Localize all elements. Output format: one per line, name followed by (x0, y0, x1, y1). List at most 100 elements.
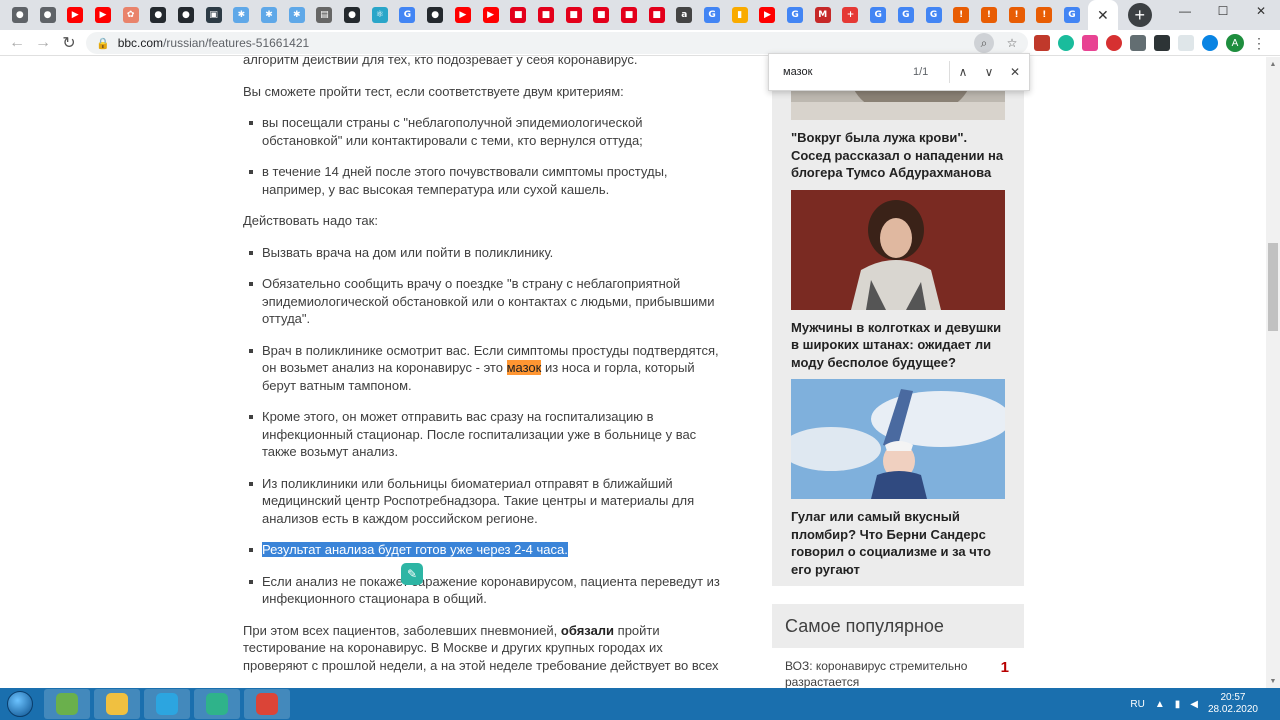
browser-tab[interactable]: ● (6, 0, 34, 30)
selected-text[interactable]: Результат анализа будет готов уже через … (262, 542, 568, 557)
maximize-button[interactable]: ☐ (1204, 0, 1242, 22)
scroll-down-icon[interactable]: ▼ (1266, 674, 1280, 688)
new-tab-button[interactable]: + (1127, 3, 1152, 27)
browser-tab[interactable]: G (394, 0, 422, 30)
extension-icon[interactable] (1058, 35, 1074, 51)
vertical-scrollbar[interactable]: ▲ ▼ (1266, 57, 1280, 688)
browser-tab[interactable]: ! (1030, 0, 1058, 30)
shield-icon: ■ (537, 7, 554, 23)
browser-tab[interactable]: ● (338, 0, 366, 30)
extension-icon[interactable] (1106, 35, 1122, 51)
browser-tab[interactable]: ▶ (89, 0, 117, 30)
browser-tab[interactable]: a (671, 0, 699, 30)
find-input[interactable]: мазок (783, 66, 903, 78)
browser-tab[interactable]: ● (172, 0, 200, 30)
browser-toolbar: ← → ↻ 🔒 bbc.com/russian/features-5166142… (0, 30, 1280, 56)
list-item: Из поликлиники или больницы биоматериал … (243, 475, 723, 528)
browser-tab[interactable]: G (864, 0, 892, 30)
browser-tab[interactable]: М (809, 0, 837, 30)
browser-tab[interactable]: G (781, 0, 809, 30)
minimize-button[interactable]: — (1166, 0, 1204, 22)
browser-tab[interactable]: + (837, 0, 865, 30)
tray-arrow-icon[interactable]: ▲ (1155, 699, 1165, 710)
extensions-row: A ⋮ (1034, 34, 1266, 52)
browser-tab[interactable]: ▶ (477, 0, 505, 30)
taskbar-app[interactable] (94, 689, 140, 719)
browser-tab[interactable]: ● (144, 0, 172, 30)
steps-list: Вызвать врача на дом или пойти в поликли… (243, 244, 723, 608)
windows-logo-icon (7, 691, 33, 717)
browser-tab[interactable]: ✱ (255, 0, 283, 30)
popular-list-item[interactable]: ВОЗ: коронавирус стремительно разрастает… (772, 648, 1024, 688)
browser-tab[interactable]: ! (975, 0, 1003, 30)
taskbar-app[interactable] (144, 689, 190, 719)
sidebar-card[interactable]: Гулаг или самый вкусный пломбир? Что Бер… (772, 379, 1024, 586)
clock[interactable]: 20:57 28.02.2020 (1208, 692, 1258, 716)
bookmark-star-icon[interactable]: ☆ (1002, 33, 1022, 53)
find-close-button[interactable]: ✕ (1002, 59, 1028, 85)
browser-tab[interactable]: ■ (560, 0, 588, 30)
browser-tab[interactable]: G (1058, 0, 1086, 30)
browser-tab[interactable]: ● (34, 0, 62, 30)
close-tab-icon[interactable]: ✕ (1097, 7, 1109, 24)
browser-tab[interactable]: ! (947, 0, 975, 30)
browser-tab[interactable]: ■ (504, 0, 532, 30)
browser-tab[interactable]: ■ (532, 0, 560, 30)
extension-icon[interactable] (1130, 35, 1146, 51)
find-in-page-icon[interactable]: ⌕ (974, 33, 994, 53)
browser-tab[interactable]: ● (421, 0, 449, 30)
browser-tab[interactable]: ▣ (200, 0, 228, 30)
extension-icon[interactable] (1082, 35, 1098, 51)
browser-tab[interactable]: ⚛ (366, 0, 394, 30)
reload-button[interactable]: ↻ (56, 30, 82, 56)
browser-tab[interactable]: ■ (643, 0, 671, 30)
browser-tab[interactable]: ▶ (61, 0, 89, 30)
volume-icon[interactable]: ◀ (1190, 699, 1198, 710)
browser-tab[interactable]: ▮ (726, 0, 754, 30)
start-button[interactable] (0, 688, 40, 720)
active-tab[interactable]: ✕ (1087, 0, 1118, 30)
find-prev-button[interactable]: ∧ (950, 59, 976, 85)
language-indicator[interactable]: RU (1130, 699, 1144, 710)
scroll-up-icon[interactable]: ▲ (1266, 57, 1280, 71)
card-title[interactable]: Гулаг или самый вкусный пломбир? Что Бер… (791, 499, 1005, 586)
clock-date: 28.02.2020 (1207, 704, 1258, 715)
forward-button[interactable]: → (30, 30, 56, 56)
taskbar-app[interactable] (244, 689, 290, 719)
browser-tab[interactable]: G (892, 0, 920, 30)
extension-icon[interactable] (1178, 35, 1194, 51)
card-title[interactable]: "Вокруг была лужа крови". Сосед рассказа… (791, 120, 1005, 190)
menu-icon[interactable]: ⋮ (1252, 35, 1266, 52)
extension-icon[interactable] (1202, 35, 1218, 51)
scrollbar-thumb[interactable] (1268, 243, 1278, 331)
browser-tab[interactable]: ■ (587, 0, 615, 30)
back-button[interactable]: ← (4, 30, 30, 56)
plus-red-icon: + (842, 7, 859, 23)
browser-tab[interactable]: ▶ (449, 0, 477, 30)
translate-popup-icon[interactable]: ✎ (401, 563, 423, 585)
browser-tab[interactable]: G (698, 0, 726, 30)
google-icon: G (897, 7, 914, 23)
close-window-button[interactable]: ✕ (1242, 0, 1280, 22)
find-next-button[interactable]: ∨ (976, 59, 1002, 85)
browser-tab[interactable]: ▤ (311, 0, 339, 30)
profile-avatar[interactable]: A (1226, 34, 1244, 52)
taskbar-app[interactable] (44, 689, 90, 719)
taskbar-app[interactable] (194, 689, 240, 719)
card-title[interactable]: Мужчины в колготках и девушки в широких … (791, 310, 1005, 380)
extension-icon[interactable] (1034, 35, 1050, 51)
browser-tab[interactable]: ▶ (754, 0, 782, 30)
sidebar: "Вокруг была лужа крови". Сосед рассказа… (772, 57, 1024, 688)
popular-item-text[interactable]: ВОЗ: коронавирус стремительно разрастает… (785, 659, 967, 688)
extension-icon[interactable] (1154, 35, 1170, 51)
browser-tab[interactable]: G (920, 0, 948, 30)
browser-tab[interactable]: ✱ (228, 0, 256, 30)
sidebar-card[interactable]: Мужчины в колготках и девушки в широких … (772, 189, 1024, 380)
article-thumbnail (791, 189, 1005, 310)
browser-tab[interactable]: ✱ (283, 0, 311, 30)
browser-tab[interactable]: ! (1003, 0, 1031, 30)
browser-tab[interactable]: ✿ (117, 0, 145, 30)
browser-tab[interactable]: ■ (615, 0, 643, 30)
network-icon[interactable]: ▮ (1175, 699, 1181, 710)
address-bar[interactable]: 🔒 bbc.com/russian/features-51661421 ⌕ ☆ (86, 32, 1028, 54)
